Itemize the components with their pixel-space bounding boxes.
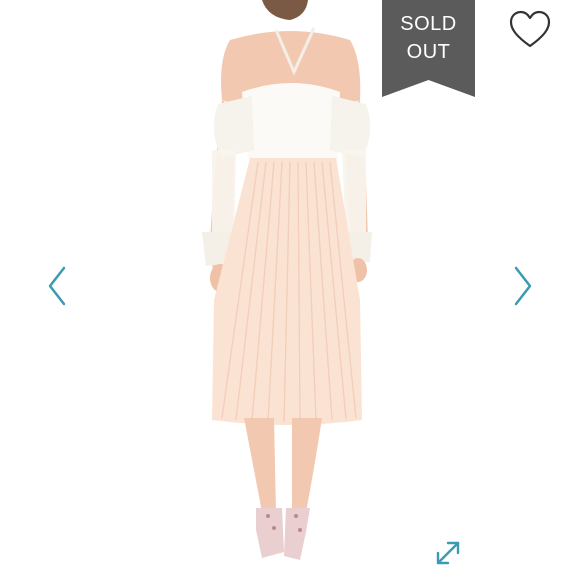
sold-out-line-2: OUT (406, 41, 451, 63)
next-image-button[interactable] (508, 262, 536, 310)
sold-out-line-1: SOLD (400, 13, 457, 35)
product-image-viewer: SOLD OUT (0, 0, 580, 580)
product-photo (202, 0, 372, 560)
like-button[interactable] (506, 8, 554, 52)
heart-outline-icon (509, 10, 551, 48)
previous-image-button[interactable] (44, 262, 72, 310)
sold-out-text: SOLD OUT (382, 10, 475, 66)
expand-image-button[interactable] (432, 537, 464, 569)
hair (262, 0, 308, 20)
chevron-left-icon (48, 266, 66, 306)
sold-out-badge: SOLD OUT (382, 0, 475, 97)
chevron-right-icon (514, 266, 532, 306)
expand-arrows-icon (436, 541, 460, 565)
